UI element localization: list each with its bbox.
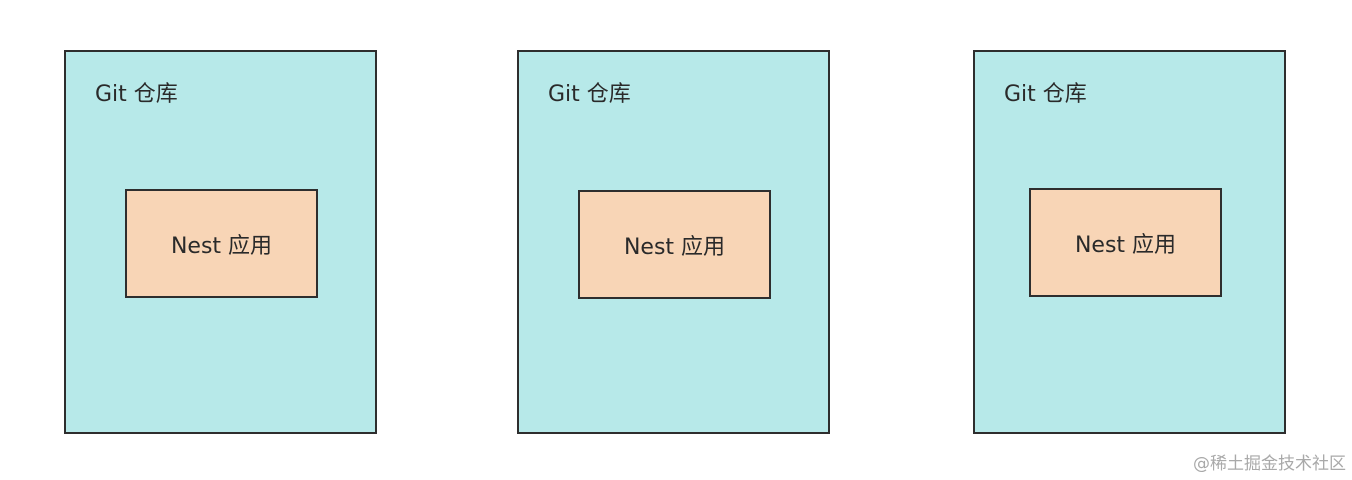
- nest-app-label: Nest 应用: [1074, 232, 1177, 258]
- nest-app-label: Nest 应用: [170, 233, 273, 259]
- git-repo-box-3: Git 仓库 Nest 应用: [973, 50, 1286, 434]
- git-repo-box-2: Git 仓库 Nest 应用: [517, 50, 830, 434]
- nest-app-box-1: Nest 应用: [125, 189, 318, 298]
- git-repo-label: Git 仓库: [548, 82, 631, 107]
- nest-app-box-3: Nest 应用: [1029, 188, 1222, 297]
- git-repo-label: Git 仓库: [1004, 82, 1087, 107]
- watermark-text: @稀土掘金技术社区: [1193, 454, 1346, 474]
- nest-app-label: Nest 应用: [623, 234, 726, 260]
- git-repo-box-1: Git 仓库 Nest 应用: [64, 50, 377, 434]
- nest-app-box-2: Nest 应用: [578, 190, 771, 299]
- git-repo-label: Git 仓库: [95, 82, 178, 107]
